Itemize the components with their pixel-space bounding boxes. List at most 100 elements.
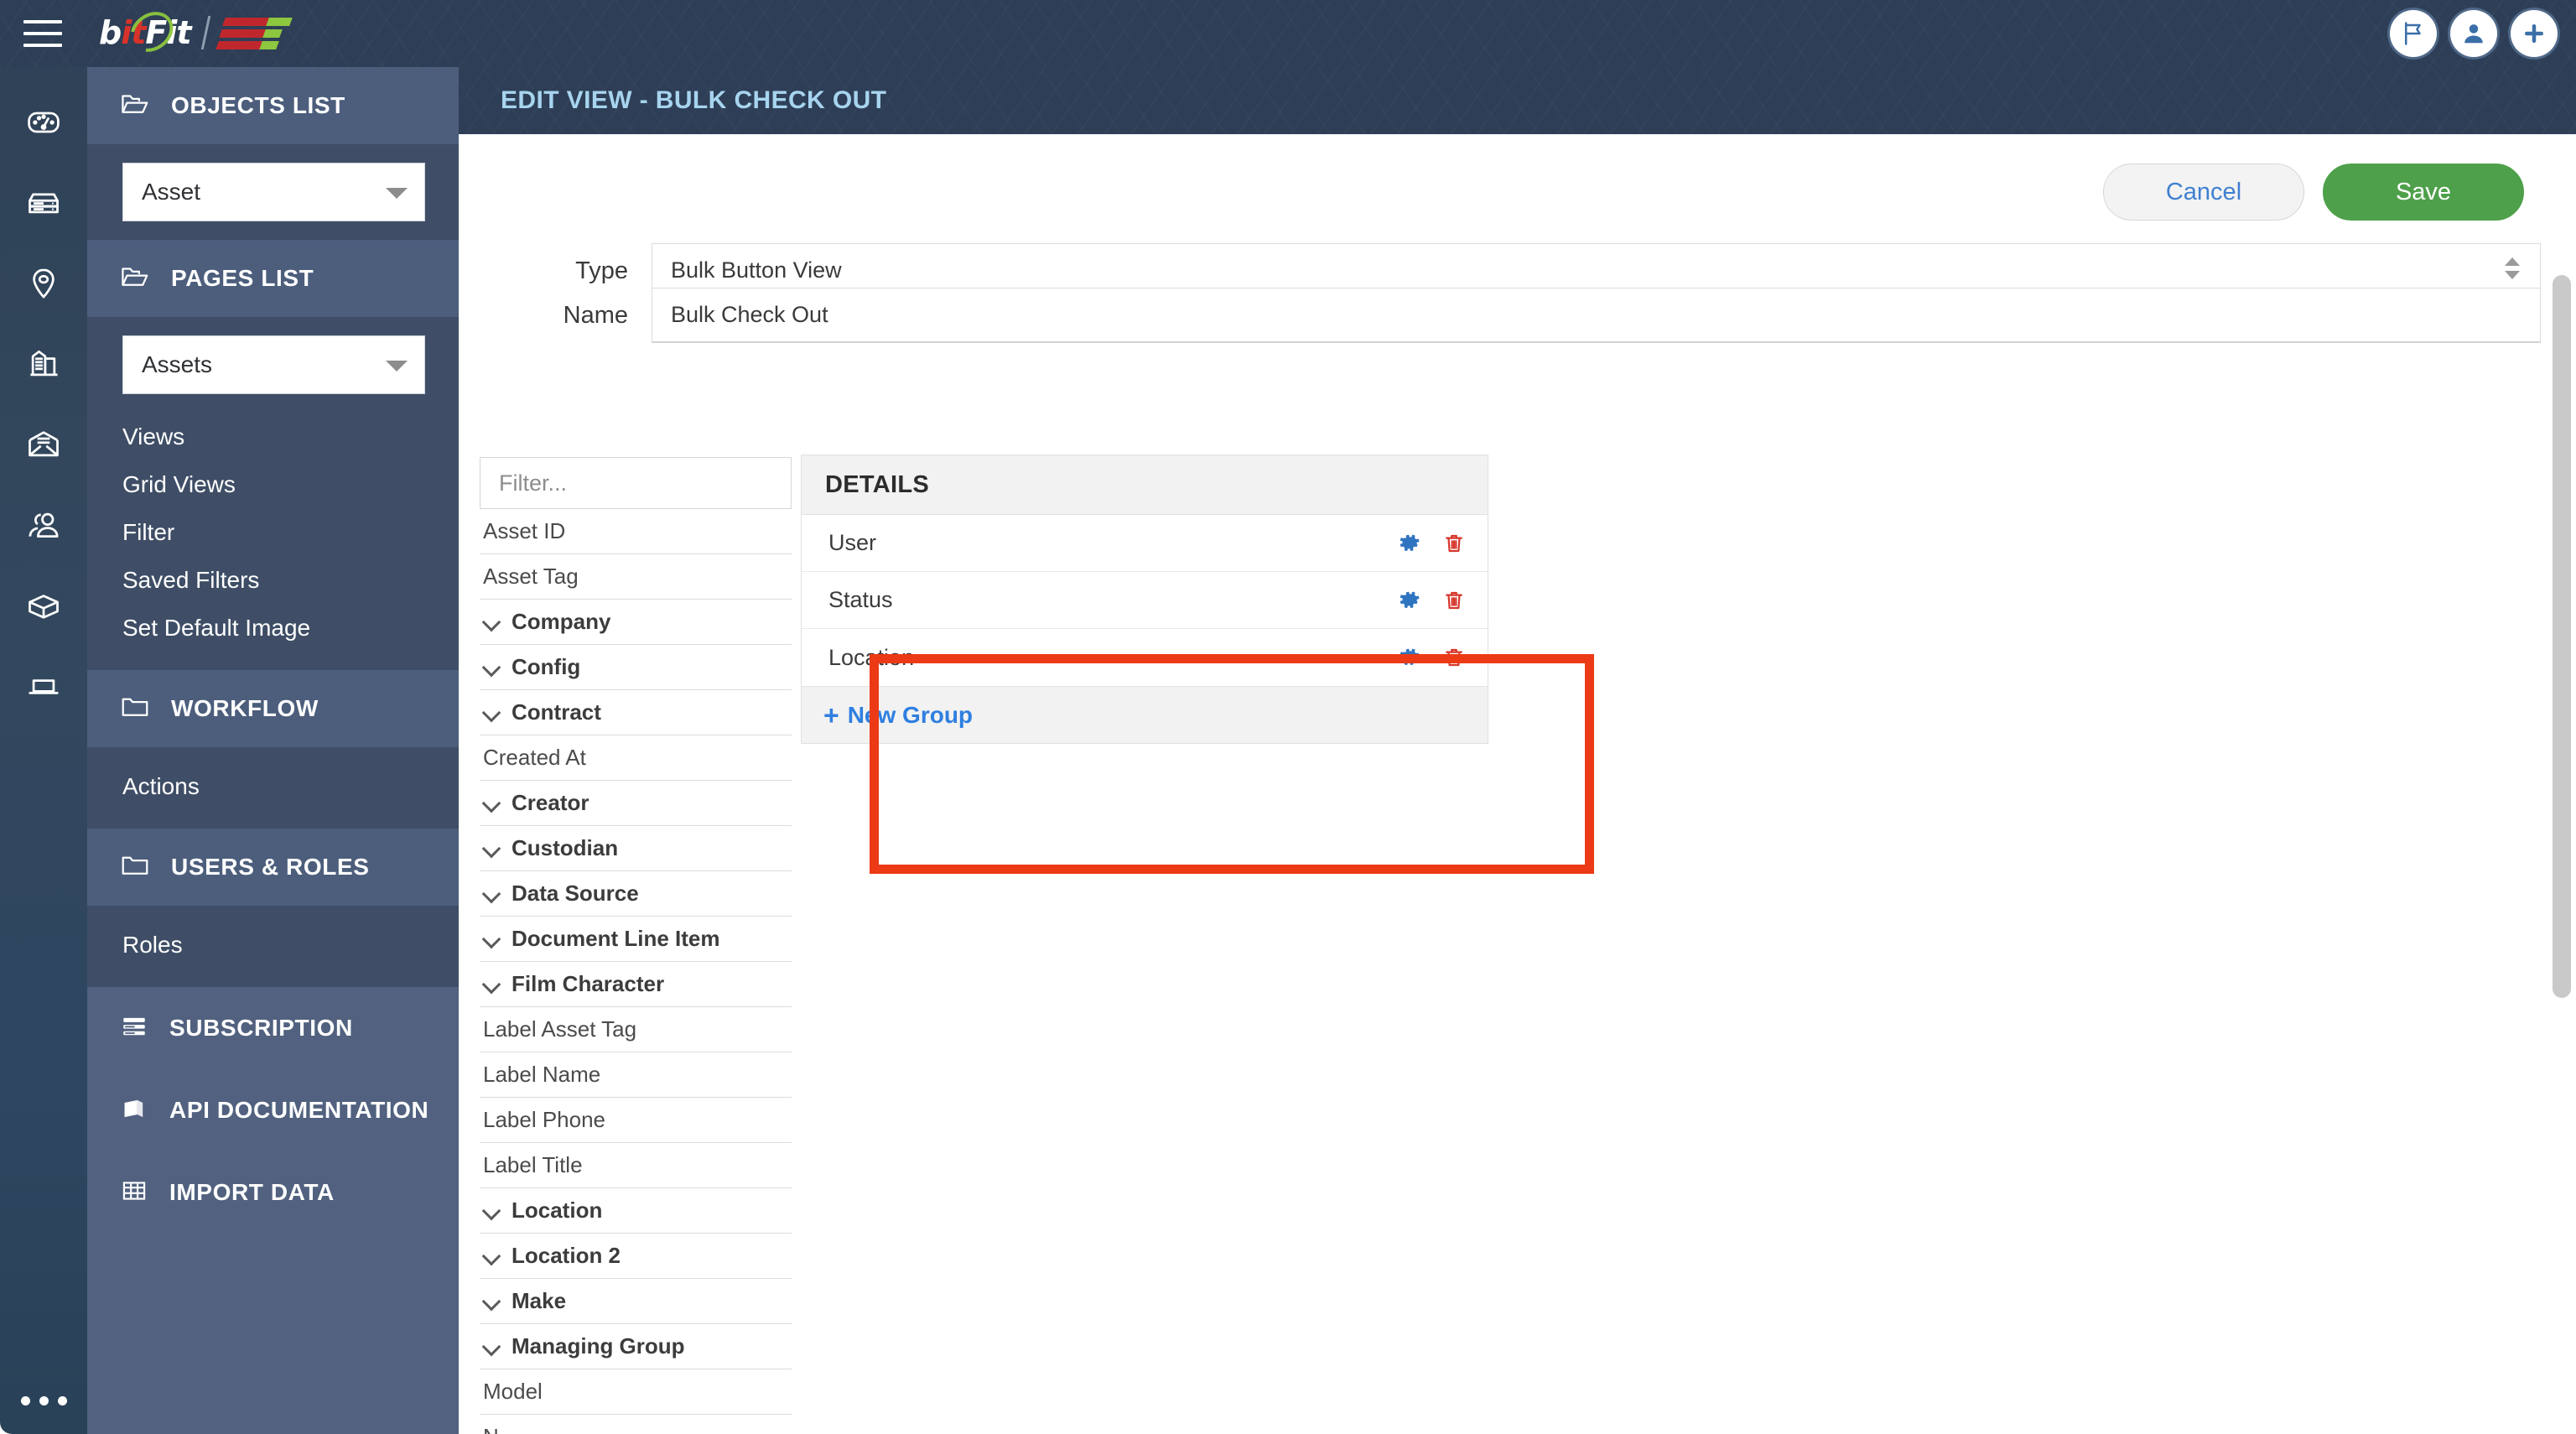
filter-list-item[interactable]: Label Asset Tag [480,1007,792,1052]
spinner-icon [2505,257,2520,279]
filter-list-item[interactable]: Label Name [480,1052,792,1098]
sidebar-section-objects-list[interactable]: OBJECTS LIST [87,67,459,144]
sidebar-section-label: OBJECTS LIST [171,92,345,118]
chevron-down-icon [483,1248,500,1265]
details-row[interactable]: Status [802,572,1488,629]
sidebar-item-roles[interactable]: Roles [87,921,459,969]
hamburger-icon[interactable] [23,20,62,47]
dashboard-icon[interactable] [0,82,87,163]
filter-list-item[interactable]: Asset Tag [480,554,792,600]
chevron-down-icon [483,795,500,812]
sidebar-item-actions[interactable]: Actions [87,762,459,810]
trash-icon[interactable] [1442,588,1466,613]
name-row: Name Bulk Check Out [492,288,2541,343]
filter-list-item[interactable]: Film Character [480,962,792,1007]
sidebar-item-subscription[interactable]: SUBSCRIPTION [87,987,459,1069]
details-footer: + New Group [802,686,1488,743]
filter-list-item[interactable]: Config [480,645,792,690]
filter-list-item[interactable]: Contract [480,690,792,735]
building-icon[interactable] [0,324,87,404]
save-button[interactable]: Save [2323,164,2524,221]
details-row-actions [1397,531,1466,556]
sidebar-item-api-documentation[interactable]: API DOCUMENTATION [87,1069,459,1151]
filter-item-label: Model [483,1379,543,1404]
details-row[interactable]: Location [802,629,1488,686]
folder-icon [121,854,149,881]
page-select[interactable]: Assets [122,335,425,394]
envelope-icon[interactable] [0,404,87,485]
gear-icon[interactable] [1397,645,1422,670]
filter-item-label: Label Name [483,1062,601,1087]
users-roles-body: Roles [87,906,459,987]
sidebar-section-label: PAGES LIST [171,265,314,291]
filter-list-item[interactable]: Location [480,1188,792,1234]
filter-item-label: Managing Group [512,1333,685,1359]
sidebar-item-label: SUBSCRIPTION [169,1015,353,1041]
sidebar-section-workflow[interactable]: WORKFLOW [87,670,459,747]
filter-list-item[interactable]: Data Source [480,871,792,917]
table-icon [121,1179,148,1207]
details-row[interactable]: User [802,515,1488,572]
type-value: Bulk Button View [671,257,842,283]
filter-input[interactable]: Filter... [480,457,792,509]
page-select-value: Assets [142,351,213,377]
filter-list-item[interactable]: N [480,1415,792,1434]
chevron-down-icon [483,1293,500,1310]
book-icon [121,1097,148,1125]
filter-list-item[interactable]: Managing Group [480,1324,792,1369]
filter-item-label: Label Asset Tag [483,1016,637,1042]
sidebar-section-label: USERS & ROLES [171,854,370,880]
filter-list-item[interactable]: Custodian [480,826,792,871]
user-icon[interactable] [2450,10,2497,57]
more-options-icon[interactable] [0,1384,87,1417]
server-icon[interactable] [0,163,87,243]
filter-list-item[interactable]: Created At [480,735,792,781]
trash-icon[interactable] [1442,645,1466,670]
vertical-scrollbar[interactable] [2553,275,2571,998]
sidebar-item-set-default-image[interactable]: Set Default Image [87,604,459,652]
filter-list-item[interactable]: Make [480,1279,792,1324]
sidebar-section-users-roles[interactable]: USERS & ROLES [87,829,459,906]
folder-open-icon [121,265,149,293]
plus-icon[interactable] [2511,10,2558,57]
filter-item-label: Created At [483,745,586,770]
sidebar-item-views[interactable]: Views [87,413,459,460]
filter-list-item[interactable]: Asset ID [480,509,792,554]
gear-icon[interactable] [1397,531,1422,556]
filter-list-item[interactable]: Company [480,600,792,645]
details-row-list: User Status Location [802,514,1488,686]
sidebar-item-filter[interactable]: Filter [87,508,459,556]
sidebar-item-saved-filters[interactable]: Saved Filters [87,556,459,604]
filter-list-item[interactable]: Location 2 [480,1234,792,1279]
filter-list-item[interactable]: Model [480,1369,792,1415]
box-icon[interactable] [0,565,87,646]
sidebar-item-label: API DOCUMENTATION [169,1097,429,1123]
filter-list-item[interactable]: Label Phone [480,1098,792,1143]
laptop-icon[interactable] [0,646,87,726]
folder-icon [121,695,149,723]
name-input[interactable]: Bulk Check Out [652,288,2541,343]
sidebar-item-import-data[interactable]: IMPORT DATA [87,1151,459,1234]
new-group-button[interactable]: + New Group [823,702,973,729]
logo-wordmark: bitFit [99,3,192,60]
flag-icon[interactable] [2390,10,2437,57]
cancel-button[interactable]: Cancel [2103,164,2304,221]
filter-item-label: Location 2 [512,1243,621,1268]
subscription-icon [121,1015,148,1042]
chevron-down-icon [386,188,408,199]
object-select[interactable]: Asset [122,163,425,221]
users-icon[interactable] [0,485,87,565]
location-pin-icon[interactable] [0,243,87,324]
filter-list-item[interactable]: Label Title [480,1143,792,1188]
details-row-actions [1397,645,1466,670]
chevron-down-icon [483,931,500,948]
trash-icon[interactable] [1442,531,1466,556]
logo-divider [200,16,210,49]
filter-list-item[interactable]: Document Line Item [480,917,792,962]
chevron-down-icon [483,659,500,676]
filter-list-item[interactable]: Creator [480,781,792,826]
pages-list-body: Assets Views Grid Views Filter Saved Fil… [87,317,459,670]
gear-icon[interactable] [1397,588,1422,613]
sidebar-item-grid-views[interactable]: Grid Views [87,460,459,508]
sidebar-section-pages-list[interactable]: PAGES LIST [87,240,459,317]
